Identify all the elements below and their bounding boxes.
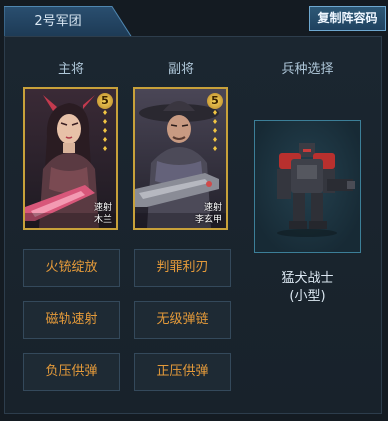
skill-button-4[interactable]: 无级弹链 <box>134 301 231 339</box>
vice-general-header: 副将 <box>167 62 194 77</box>
skill-button-2[interactable]: 判罪利刃 <box>134 249 231 287</box>
vice-general-star-column: 5 ♦ ♦ ♦ ♦ ♦ <box>206 93 224 154</box>
main-general-header: 主将 <box>57 62 84 77</box>
copy-lineup-code-button[interactable]: 复制阵容码 <box>309 6 386 31</box>
troop-name-line2: (小型) <box>289 289 326 304</box>
mech-soldier-icon <box>277 143 355 237</box>
star-icon: ♦ <box>101 118 109 126</box>
star-icon: ♦ <box>101 136 109 144</box>
vice-general-name: 李玄甲 <box>194 215 222 225</box>
star-icon: ♦ <box>211 118 219 126</box>
main-general-star-column: 5 ♦ ♦ ♦ ♦ ♦ <box>96 93 114 154</box>
star-icon: ♦ <box>101 109 109 117</box>
skill-button-6[interactable]: 正压供弹 <box>134 353 231 391</box>
vice-general-star-level: 5 <box>207 93 223 109</box>
skill-button-5[interactable]: 负压供弹 <box>23 353 120 391</box>
main-general-star-level: 5 <box>97 93 113 109</box>
vice-general-card[interactable]: 5 ♦ ♦ ♦ ♦ ♦ 速射 李玄甲 <box>133 87 228 230</box>
star-icon: ♦ <box>211 127 219 135</box>
troop-select-header: 兵种选择 <box>281 62 334 77</box>
main-general-name: 木兰 <box>93 215 112 225</box>
star-icon: ♦ <box>101 145 109 153</box>
skill-button-3[interactable]: 磁轨速射 <box>23 301 120 339</box>
troop-name-line1: 猛犬战士 <box>281 271 334 286</box>
star-icon: ♦ <box>101 127 109 135</box>
main-general-card[interactable]: 5 ♦ ♦ ♦ ♦ ♦ 速射 木兰 <box>23 87 118 230</box>
legion-tab-label: 2号军团 <box>34 14 82 29</box>
star-icon: ♦ <box>211 145 219 153</box>
troop-card[interactable] <box>254 120 361 253</box>
skill-button-1[interactable]: 火铳绽放 <box>23 249 120 287</box>
troop-name: 猛犬战士 (小型) <box>254 270 361 306</box>
star-icon: ♦ <box>211 136 219 144</box>
star-icon: ♦ <box>211 109 219 117</box>
